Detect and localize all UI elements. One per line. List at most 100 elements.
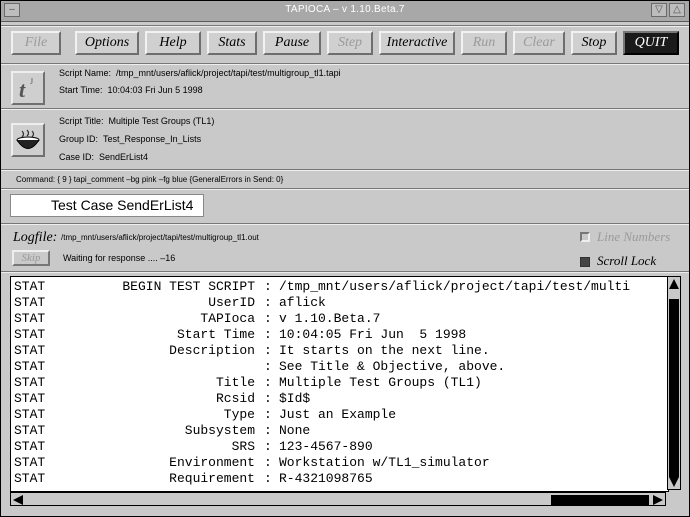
case-id-label: Case ID: [59, 152, 95, 162]
case-id-value: SendErList4 [99, 152, 149, 162]
tapioca-window: – TAPIOCA – v 1.10.Beta.7 ▽ △ File Option… [0, 0, 690, 517]
log-tag: STAT [14, 279, 46, 294]
horizontal-scrollbar[interactable] [10, 492, 666, 506]
options-button[interactable]: Options [75, 31, 139, 55]
log-tag: STAT [14, 439, 46, 454]
log-tag: STAT [14, 391, 46, 406]
clear-button[interactable]: Clear [513, 31, 565, 55]
log-key: Title [215, 375, 255, 390]
log-line: STAT Requirement: R-4321098765 [14, 471, 668, 487]
vertical-scrollbar[interactable] [667, 276, 681, 490]
log-separator: : [264, 311, 272, 326]
script-name-value: /tmp_mnt/users/aflick/project/tapi/test/… [116, 68, 341, 78]
svg-text:t: t [19, 77, 26, 102]
output-log[interactable]: STAT BEGIN TEST SCRIPT: /tmp_mnt/users/afl… [10, 276, 669, 492]
scroll-lock-label: Scroll Lock [597, 253, 657, 268]
toolbar: File Options Help Stats Pause Step Interactive… [1, 27, 689, 61]
file-button[interactable]: File [11, 31, 61, 55]
divider [1, 108, 689, 110]
pause-button[interactable]: Pause [263, 31, 321, 55]
log-line: STAT Start Time:10:04:05 Fri Jun 5 1998 [14, 327, 668, 343]
log-key: Rcsid [215, 391, 255, 406]
log-line: STAT Title: Multiple Test Groups (TL1) [14, 375, 668, 391]
script-title: Script Title: Multiple Test Groups (TL1) [59, 116, 214, 126]
stop-button[interactable]: Stop [571, 31, 617, 55]
log-key: Environment [169, 455, 255, 470]
scroll-left-icon [13, 495, 23, 505]
script-title-label: Script Title: [59, 116, 104, 126]
divider [1, 271, 689, 273]
log-line: STAT BEGIN TEST SCRIPT: /tmp_mnt/users/afl… [14, 279, 668, 295]
log-value: 123-4567-890 [279, 439, 373, 454]
log-key: Type [223, 407, 255, 422]
log-key: BEGIN TEST SCRIPT [122, 279, 255, 294]
log-key: Start Time [176, 327, 255, 342]
log-tag: STAT [14, 311, 46, 326]
log-key: TAPIoca [200, 311, 255, 326]
log-separator: : [264, 359, 272, 374]
log-value: Just an Example [279, 407, 397, 422]
window-title: TAPIOCA – v 1.10.Beta.7 [285, 4, 405, 15]
step-button[interactable]: Step [327, 31, 373, 55]
scroll-down-icon [669, 477, 679, 487]
scroll-up-icon [669, 279, 679, 289]
log-value: None [279, 423, 311, 438]
help-button[interactable]: Help [145, 31, 201, 55]
logfile-label: Logfile: [13, 230, 58, 245]
quit-button[interactable]: QUIT [623, 31, 679, 55]
stats-button[interactable]: Stats [207, 31, 257, 55]
run-button[interactable]: Run [461, 31, 507, 55]
interactive-button[interactable]: Interactive [379, 31, 455, 55]
group-id-label: Group ID: [59, 134, 99, 144]
log-separator: : [264, 423, 272, 438]
waiting-status: Waiting for response .... –16 [63, 253, 176, 263]
skip-button[interactable]: Skip [12, 250, 50, 266]
line-numbers-label: Line Numbers [597, 229, 671, 244]
log-value: aflick [279, 295, 326, 310]
log-line: STAT Subsystem: None [14, 423, 668, 439]
log-separator: : [264, 327, 272, 342]
hscroll-thumb [551, 495, 649, 505]
log-key: Description [169, 343, 255, 358]
scroll-lock-checkbox[interactable] [580, 257, 590, 267]
log-tag: STAT [14, 295, 46, 310]
command-line: Command: { 9 } tapi_comment –bg pink –fg… [16, 175, 284, 184]
script-name-label: Script Name: [59, 68, 112, 78]
line-numbers-checkbox[interactable] [580, 232, 590, 242]
test-case-banner: Test Case SendErList4 [10, 194, 204, 217]
start-time-value: 10:04:03 Fri Jun 5 1998 [107, 85, 203, 95]
maximize-icon[interactable]: △ [669, 3, 685, 17]
log-key: SRS [231, 439, 255, 454]
log-separator: : [264, 343, 272, 358]
log-line: STAT Rcsid: $Id$ [14, 391, 668, 407]
log-line: STAT Type: Just an Example [14, 407, 668, 423]
title-bar[interactable]: – TAPIOCA – v 1.10.Beta.7 ▽ △ [1, 1, 689, 22]
log-key: Subsystem [184, 423, 255, 438]
log-separator: : [264, 375, 272, 390]
tapioca-logo-icon: t J [11, 71, 45, 105]
divider [1, 169, 689, 171]
scroll-right-icon [653, 495, 663, 505]
case-id: Case ID: SendErList4 [59, 152, 148, 162]
log-separator: : [264, 407, 272, 422]
script-name: Script Name: /tmp_mnt/users/aflick/proje… [59, 68, 341, 78]
log-value: Multiple Test Groups (TL1) [279, 375, 482, 390]
group-id: Group ID: Test_Response_In_Lists [59, 134, 201, 144]
log-key: Requirement [169, 471, 255, 486]
log-value: See Title & Objective, above. [279, 359, 506, 374]
log-value: $Id$ [279, 391, 311, 406]
minimize-icon[interactable]: ▽ [651, 3, 667, 17]
log-line: STAT: See Title & Objective, above. [14, 359, 668, 375]
start-time: Start Time: 10:04:03 Fri Jun 5 1998 [59, 85, 203, 95]
svg-text:J: J [30, 77, 33, 86]
log-tag: STAT [14, 423, 46, 438]
divider [1, 188, 689, 190]
log-separator: : [264, 295, 272, 310]
log-value: v 1.10.Beta.7 [279, 311, 381, 326]
log-line: STAT Description: It starts on the next li… [14, 343, 668, 359]
group-id-value: Test_Response_In_Lists [103, 134, 202, 144]
script-title-value: Multiple Test Groups (TL1) [108, 116, 215, 126]
log-value: /tmp_mnt/users/aflick/project/tapi/test/… [279, 279, 631, 294]
log-value: R-4321098765 [279, 471, 373, 486]
logfile-path: /tmp_mnt/users/aflick/project/tapi/test/… [61, 233, 259, 242]
